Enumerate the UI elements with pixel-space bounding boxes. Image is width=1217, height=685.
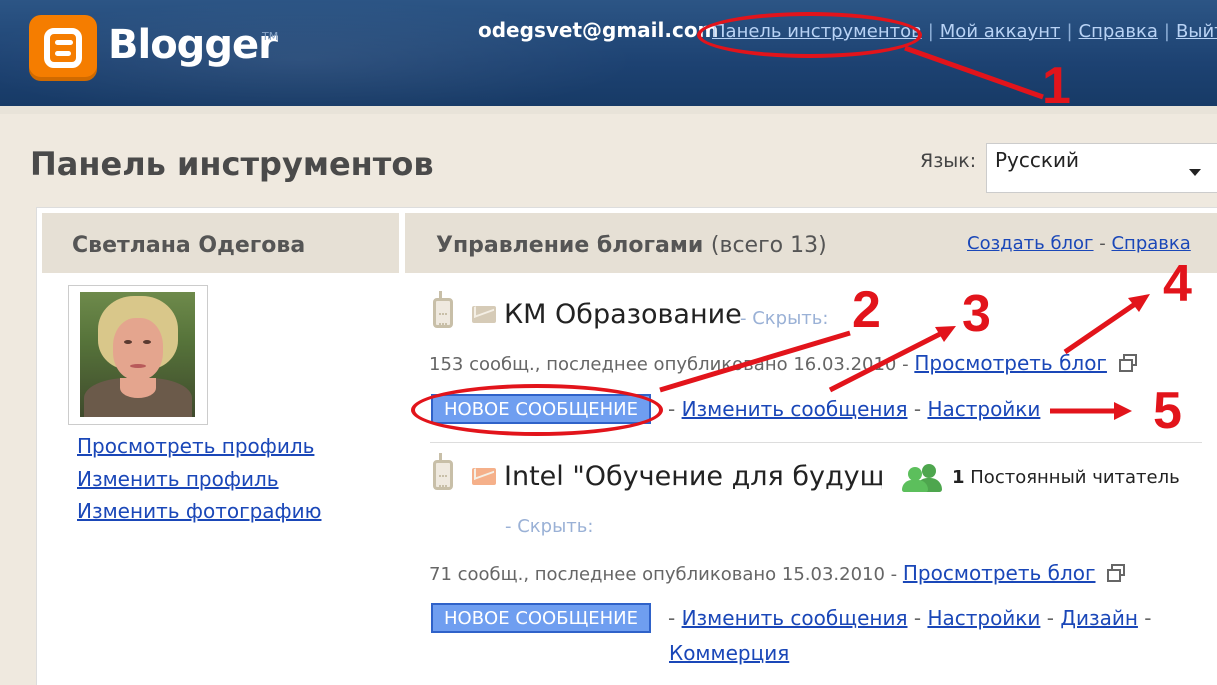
annotation-arrowhead-5 <box>1114 402 1132 420</box>
annotation-arrows <box>659 45 1150 420</box>
annotation-number-4: 4 <box>1163 255 1192 313</box>
annotation-line-2 <box>659 330 851 393</box>
annotation-number-2: 2 <box>852 281 881 339</box>
annotation-line-3 <box>828 330 944 393</box>
annotation-number-5: 5 <box>1153 382 1182 440</box>
annotation-line-4 <box>1063 299 1140 355</box>
annotation-line-1 <box>904 45 1044 100</box>
annotation-number-1: 1 <box>1042 57 1071 115</box>
annotation-number-3: 3 <box>962 285 991 343</box>
